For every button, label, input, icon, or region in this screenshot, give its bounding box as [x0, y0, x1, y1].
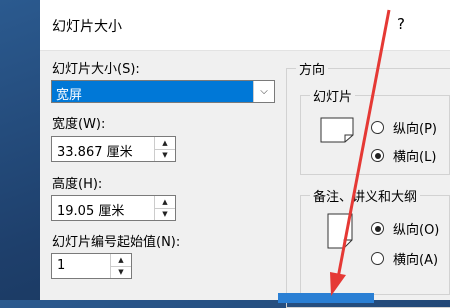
- annotation-arrow: [330, 9, 391, 296]
- annotation-arrow-head: [330, 272, 346, 296]
- annotation-arrow-shaft: [336, 9, 391, 279]
